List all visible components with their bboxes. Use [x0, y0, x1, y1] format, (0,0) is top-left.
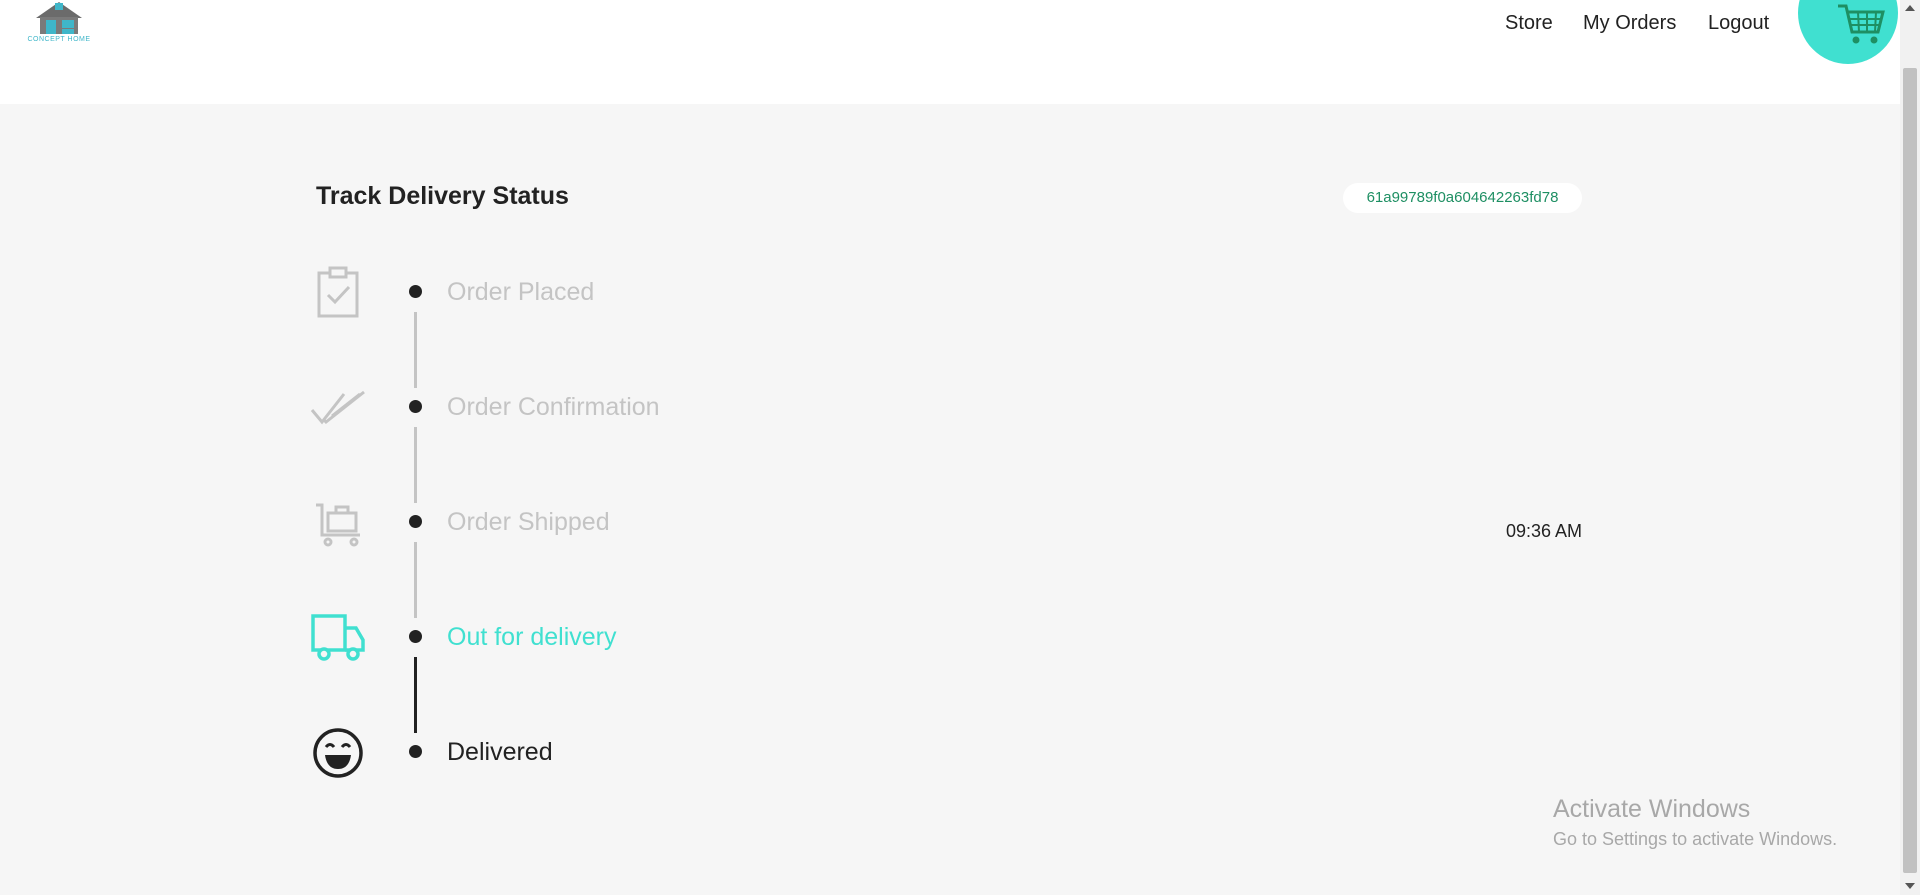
- nav-store-link[interactable]: Store: [1505, 12, 1553, 42]
- smile-icon: [313, 728, 363, 778]
- luggage-cart-icon: [316, 503, 360, 547]
- timeline-dot: [409, 285, 422, 298]
- logo-text: CONCEPT HOME: [27, 36, 91, 43]
- header: CONCEPT HOME Store My Orders Logout: [0, 0, 1900, 104]
- step-label: Delivered: [447, 738, 553, 766]
- watermark-subtitle: Go to Settings to activate Windows.: [1553, 829, 1838, 849]
- timeline-connector: [414, 542, 417, 618]
- step-label: Order Shipped: [447, 508, 610, 536]
- cart-button[interactable]: [1798, 0, 1898, 64]
- timeline-dot: [409, 630, 422, 643]
- timeline-connector: [414, 427, 417, 503]
- clipboard-check-icon: [317, 266, 359, 318]
- scroll-down-arrow-icon[interactable]: [1905, 883, 1915, 889]
- scroll-thumb[interactable]: [1903, 68, 1917, 873]
- watermark-title: Activate Windows: [1553, 795, 1751, 823]
- timeline-connector: [414, 312, 417, 388]
- shopping-cart-icon: [1838, 4, 1885, 44]
- order-id-badge: 61a99789f0a604642263fd78: [1343, 183, 1582, 213]
- step-label: Order Placed: [447, 278, 595, 306]
- step-label: Order Confirmation: [447, 393, 660, 421]
- scrollbar[interactable]: [1900, 0, 1920, 895]
- truck-icon: [311, 614, 365, 661]
- timeline-connector: [414, 657, 417, 733]
- nav-my-orders-link[interactable]: My Orders: [1583, 12, 1676, 42]
- logo[interactable]: CONCEPT HOME: [22, 0, 96, 50]
- step-label: Out for delivery: [447, 623, 617, 651]
- timeline-dot: [409, 515, 422, 528]
- double-check-icon: [310, 390, 365, 425]
- page: CONCEPT HOME Store My Orders Logout Trac…: [0, 0, 1920, 895]
- timeline-dot: [409, 400, 422, 413]
- nav-logout-link[interactable]: Logout: [1708, 12, 1769, 42]
- timeline-dot: [409, 745, 422, 758]
- page-title: Track Delivery Status: [316, 182, 569, 210]
- house-logo-icon: [36, 2, 82, 34]
- delivery-time: 09:36 AM: [1506, 521, 1583, 541]
- scroll-up-arrow-icon[interactable]: [1905, 5, 1915, 11]
